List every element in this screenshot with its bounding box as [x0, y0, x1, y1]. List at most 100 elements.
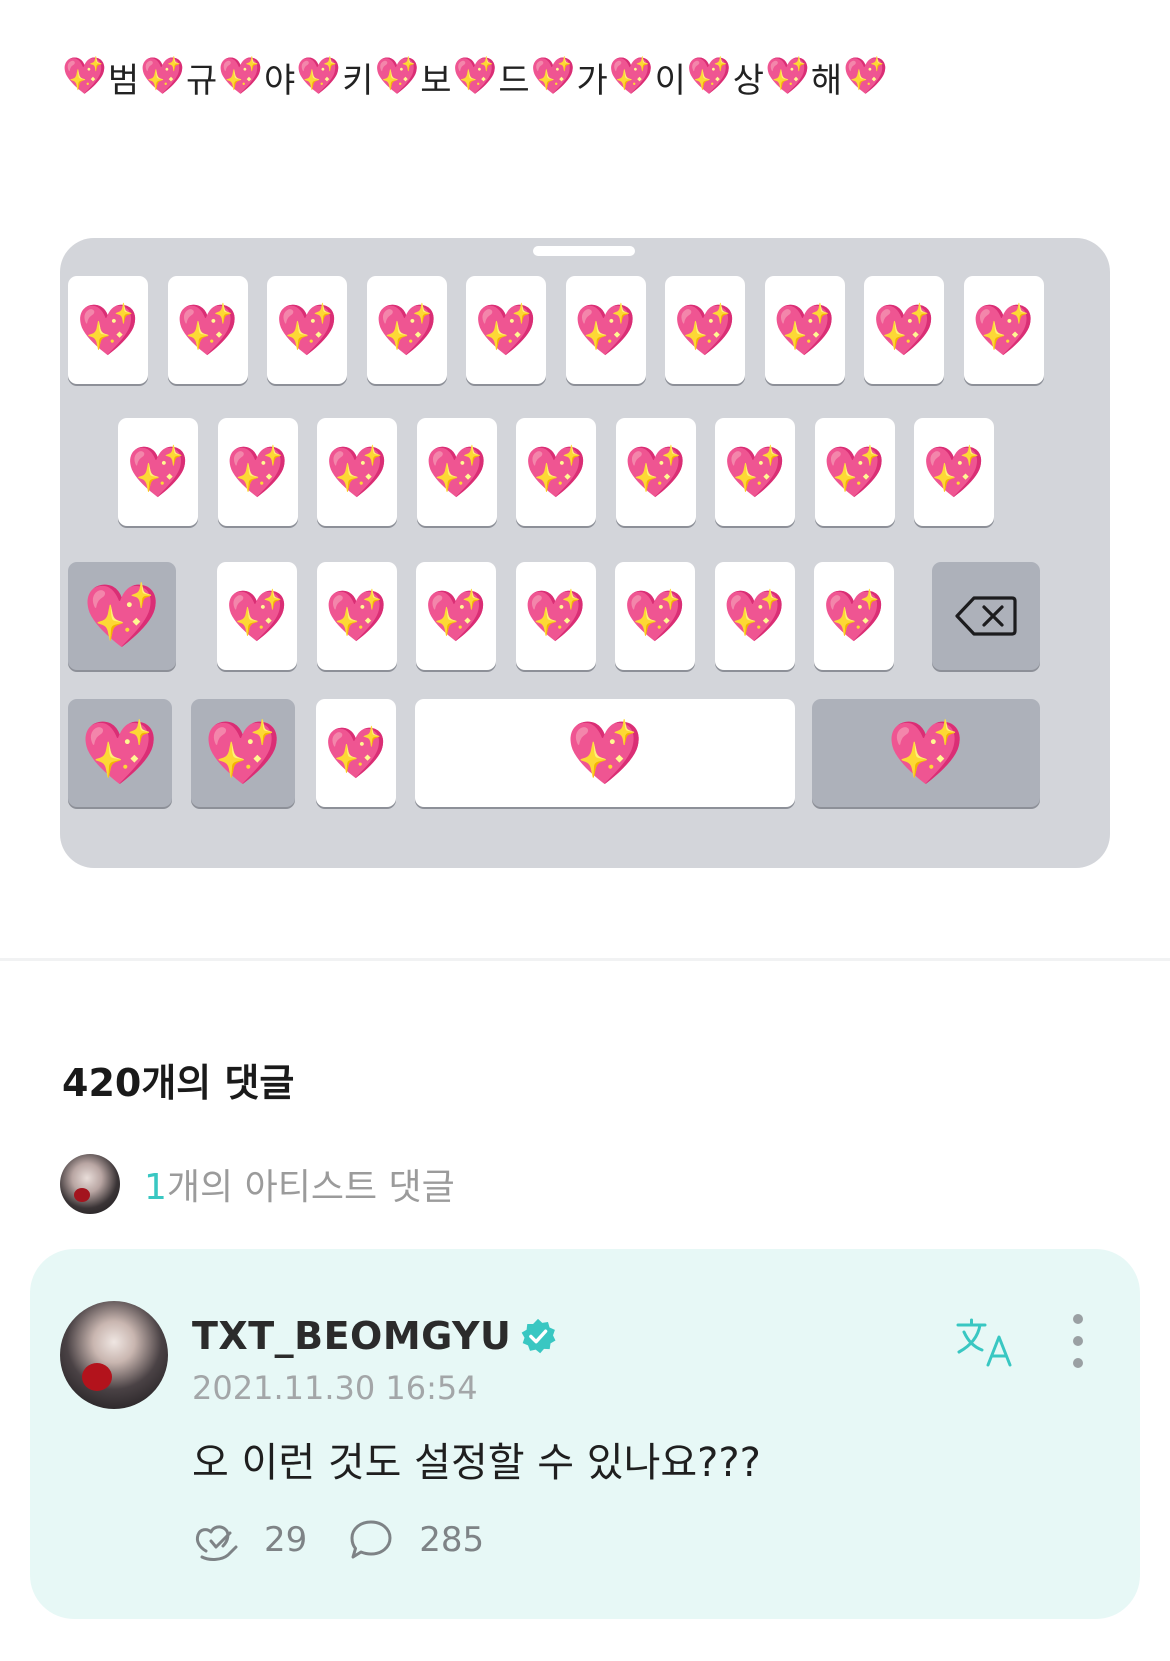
- keyboard-key: 💖: [814, 562, 894, 670]
- post-syllable: 가: [576, 60, 608, 101]
- keyboard-key: 💖: [316, 562, 397, 670]
- sparkling-heart-icon: 💖: [822, 587, 886, 645]
- sparkling-heart-icon: 💖: [843, 56, 888, 97]
- artist-comment-count: 1: [144, 1167, 167, 1208]
- keyboard-key: 💖: [416, 562, 496, 670]
- keyboard-key: 💖: [665, 276, 745, 384]
- keyboard-key: 💖: [366, 276, 447, 384]
- keyboard-key: 💖: [217, 418, 298, 526]
- keyboard-key: 💖: [914, 418, 994, 526]
- sparkling-heart-icon: 💖: [574, 301, 637, 359]
- sparkling-heart-icon: 💖: [140, 56, 185, 97]
- sparkling-heart-icon: 💖: [225, 587, 289, 645]
- comment-timestamp: 2021.11.30 16:54: [192, 1369, 478, 1407]
- more-vertical-icon[interactable]: [1070, 1311, 1086, 1371]
- keyboard-handle: [533, 246, 635, 256]
- keyboard-key: 💖: [167, 276, 248, 384]
- keyboard-key: 💖: [814, 418, 895, 526]
- sparkling-heart-icon: 💖: [673, 301, 737, 359]
- keyboard-key: 💖: [68, 699, 172, 807]
- keyboard-key: 💖: [615, 418, 696, 526]
- backspace-icon: [955, 596, 1017, 636]
- sparkling-heart-icon: 💖: [62, 56, 107, 97]
- keyboard-key: 💖: [415, 699, 795, 807]
- like-icon[interactable]: [192, 1517, 240, 1563]
- sparkling-heart-icon: 💖: [452, 56, 498, 97]
- translate-icon[interactable]: [955, 1317, 1019, 1371]
- sparkling-heart-icon: 💖: [325, 443, 389, 501]
- sparkling-heart-icon: 💖: [773, 301, 836, 359]
- keyboard-key: 💖: [615, 562, 695, 670]
- author-name[interactable]: TXT_BEOMGYU: [192, 1314, 511, 1358]
- reply-count: 285: [419, 1520, 485, 1560]
- comment-stats: 29 285: [192, 1515, 484, 1565]
- sparkling-heart-icon: 💖: [723, 443, 787, 501]
- keyboard-key: 💖: [191, 699, 295, 807]
- sparkling-heart-icon: 💖: [524, 587, 587, 645]
- sparkling-heart-icon: 💖: [176, 301, 239, 359]
- post-syllable: 범: [107, 60, 140, 101]
- sparkling-heart-icon: 💖: [823, 443, 886, 501]
- sparkling-heart-icon: 💖: [424, 587, 488, 645]
- artist-comments-label: 1개의 아티스트 댓글: [144, 1158, 455, 1210]
- reply-bubble-icon[interactable]: [347, 1517, 395, 1563]
- sparkling-heart-icon: 💖: [566, 716, 644, 789]
- sparkling-heart-icon: 💖: [425, 443, 488, 501]
- sparkling-heart-icon: 💖: [76, 301, 140, 359]
- sparkling-heart-icon: 💖: [872, 301, 936, 359]
- post-syllable: 이: [654, 60, 686, 101]
- post-syllable: 키: [342, 60, 374, 101]
- sparkling-heart-icon: 💖: [83, 579, 161, 652]
- artist-comments-link[interactable]: 1개의 아티스트 댓글: [60, 1153, 455, 1215]
- keyboard-key: 💖: [416, 418, 497, 526]
- artist-avatar: [60, 1154, 120, 1214]
- keyboard-key: 💖: [316, 699, 396, 807]
- sparkling-heart-icon: 💖: [325, 587, 388, 645]
- comments-count: 420개의 댓글: [62, 1061, 295, 1105]
- artist-comment-text: 개의 아티스트 댓글: [166, 1167, 455, 1208]
- sparkling-heart-icon: 💖: [204, 716, 282, 789]
- sparkling-heart-icon: 💖: [524, 443, 588, 501]
- sparkling-heart-icon: 💖: [608, 56, 654, 97]
- keyboard-key: 💖: [963, 276, 1044, 384]
- post-syllable: 야: [264, 60, 296, 101]
- sparkling-heart-icon: 💖: [764, 56, 810, 97]
- keyboard-key: 💖: [565, 276, 646, 384]
- keyboard-key: 💖: [764, 276, 845, 384]
- sparkling-heart-icon: 💖: [474, 301, 538, 359]
- post-syllable: 해: [810, 60, 843, 101]
- section-divider: [0, 958, 1170, 961]
- like-count: 29: [264, 1520, 308, 1560]
- author-avatar[interactable]: [60, 1301, 168, 1409]
- sparkling-heart-icon: 💖: [296, 56, 342, 97]
- keyboard-key: 💖: [515, 562, 596, 670]
- sparkling-heart-icon: 💖: [624, 443, 687, 501]
- comment-body: 오 이런 것도 설정할 수 있나요???: [192, 1440, 761, 1486]
- keyboard-key: 💖: [516, 418, 596, 526]
- keyboard-key: 💖: [864, 276, 944, 384]
- sparkling-heart-icon: 💖: [81, 716, 159, 789]
- keyboard-key: 💖: [715, 418, 795, 526]
- sparkling-heart-icon: 💖: [972, 301, 1035, 359]
- keyboard-delete-key: [932, 562, 1040, 670]
- keyboard-key: 💖: [118, 418, 198, 526]
- author-row: TXT_BEOMGYU: [192, 1311, 557, 1361]
- keyboard-key: 💖: [466, 276, 546, 384]
- post-syllable: 보: [420, 60, 452, 101]
- post-text: 💖 범 💖 규 💖 야 💖 키 💖 보 💖 드 💖 가 💖 이 💖 상 💖 해 💖: [62, 52, 888, 102]
- post-syllable: 규: [185, 60, 218, 101]
- sparkling-heart-icon: 💖: [530, 56, 576, 97]
- sparkling-heart-icon: 💖: [922, 443, 986, 501]
- keyboard-key: 💖: [812, 699, 1040, 807]
- sparkling-heart-icon: 💖: [375, 301, 438, 359]
- keyboard-key: 💖: [217, 562, 297, 670]
- sparkling-heart-icon: 💖: [218, 56, 264, 97]
- keyboard-key: 💖: [68, 276, 148, 384]
- sparkling-heart-icon: 💖: [226, 443, 289, 501]
- sparkling-heart-icon: 💖: [324, 724, 388, 782]
- artist-comment-card: TXT_BEOMGYU 2021.11.30 16:54 오 이런 것도 설정할…: [30, 1249, 1140, 1619]
- sparkling-heart-icon: 💖: [887, 716, 965, 789]
- sparkling-heart-icon: 💖: [623, 587, 687, 645]
- keyboard-key: 💖: [267, 276, 347, 384]
- sparkling-heart-icon: 💖: [275, 301, 339, 359]
